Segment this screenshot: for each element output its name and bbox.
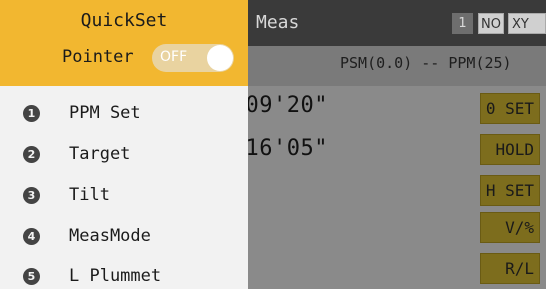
number-5-icon: 5 [23,268,40,285]
v-percent-button[interactable]: V/% [480,212,540,243]
quickset-item-tilt[interactable]: 3 Tilt [0,177,248,217]
psm-ppm-text: PSM(0.0) -- PPM(25) [340,54,512,72]
pointer-label: Pointer [62,47,134,67]
screen-title: Meas [256,12,300,33]
quickset-item-label: PPM Set [69,103,141,123]
quickset-item-label: Tilt [69,185,110,205]
quickset-item-l-plummet[interactable]: 5 L Plummet [0,258,248,289]
quickset-title: QuickSet [80,10,168,31]
quickset-item-measmode[interactable]: 4 MeasMode [0,218,248,258]
quickset-item-target[interactable]: 2 Target [0,136,248,176]
right-left-button[interactable]: R/L [480,253,540,284]
xy-indicator: XY [508,13,546,34]
toggle-knob [207,45,233,71]
h-set-button[interactable]: H SET [480,175,540,206]
quickset-item-label: MeasMode [69,226,151,246]
hold-button[interactable]: HOLD [480,134,540,165]
number-2-icon: 2 [23,146,40,163]
pointer-toggle[interactable]: OFF [152,44,234,72]
number-4-icon: 4 [23,228,40,245]
no-indicator: NO [478,13,504,34]
quickset-header: QuickSet Pointer OFF [0,0,248,86]
number-1-icon: 1 [23,105,40,122]
quickset-item-label: Target [69,144,131,164]
quickset-item-label: L Plummet [69,266,162,286]
quickset-item-ppm-set[interactable]: 1 PPM Set [0,95,248,135]
number-3-icon: 3 [23,187,40,204]
job-number-indicator: 1 [452,13,473,34]
zero-set-button[interactable]: 0 SET [480,93,540,124]
quickset-panel: QuickSet Pointer OFF 1 PPM Set 2 Target … [0,0,248,289]
pointer-toggle-state: OFF [160,49,188,65]
